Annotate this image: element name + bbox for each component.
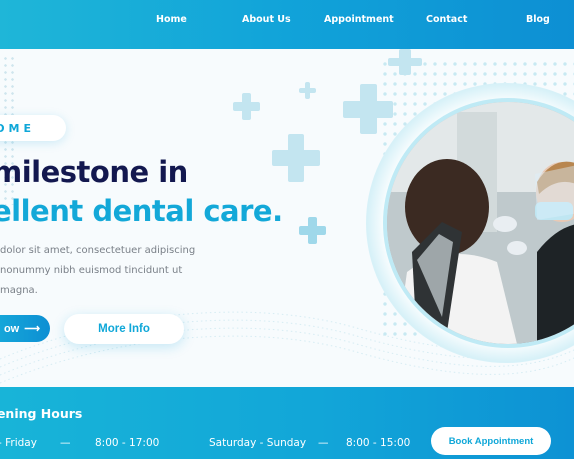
hero-headline-line2: ellent dental care.: [0, 194, 283, 228]
opening-hours-bar: pening Hours - Friday — 8:00 - 17:00 Sat…: [0, 387, 574, 459]
weekday-time: 8:00 - 17:00: [95, 437, 160, 449]
nav-contact[interactable]: Contact: [426, 14, 467, 25]
weekday-days: - Friday: [0, 437, 37, 449]
hero-badge: OME: [0, 115, 66, 141]
medical-cross-icon: [272, 134, 320, 182]
medical-cross-icon: [343, 84, 393, 134]
book-appointment-button[interactable]: Book Appointment: [431, 427, 551, 455]
primary-cta-button[interactable]: ow ⟶: [0, 315, 50, 342]
hero-description-line: nonummy nibh euismod tincidunt ut: [0, 265, 183, 276]
hero-description-line: magna.: [0, 285, 38, 296]
arrow-right-icon: ⟶: [24, 323, 40, 335]
hero-headline-line1: milestone in: [0, 155, 188, 189]
medical-cross-icon: [299, 82, 316, 99]
weekend-days: Saturday - Sunday: [209, 437, 307, 449]
opening-hours-title: pening Hours: [0, 406, 83, 421]
nav-blog[interactable]: Blog: [526, 14, 550, 25]
nav-home[interactable]: Home: [156, 14, 187, 25]
medical-cross-icon: [388, 49, 422, 75]
weekday-separator: —: [60, 437, 71, 449]
medical-cross-icon: [299, 217, 326, 244]
hero-description: dolor sit amet, consectetuer adipiscing …: [0, 241, 200, 301]
nav-about-us[interactable]: About Us: [242, 14, 291, 25]
nav-appointment[interactable]: Appointment: [324, 14, 394, 25]
hero-description-line: dolor sit amet, consectetuer adipiscing: [0, 245, 196, 256]
weekend-time: 8:00 - 15:00: [346, 437, 411, 449]
primary-cta-label: ow: [3, 322, 20, 335]
medical-cross-icon: [233, 93, 260, 120]
top-nav: Home About Us Appointment Contact Blog: [0, 0, 574, 49]
weekend-separator: —: [318, 437, 329, 449]
more-info-button[interactable]: More Info: [64, 314, 184, 344]
hero-section: OME milestone in ellent dental care. dol…: [0, 49, 574, 387]
